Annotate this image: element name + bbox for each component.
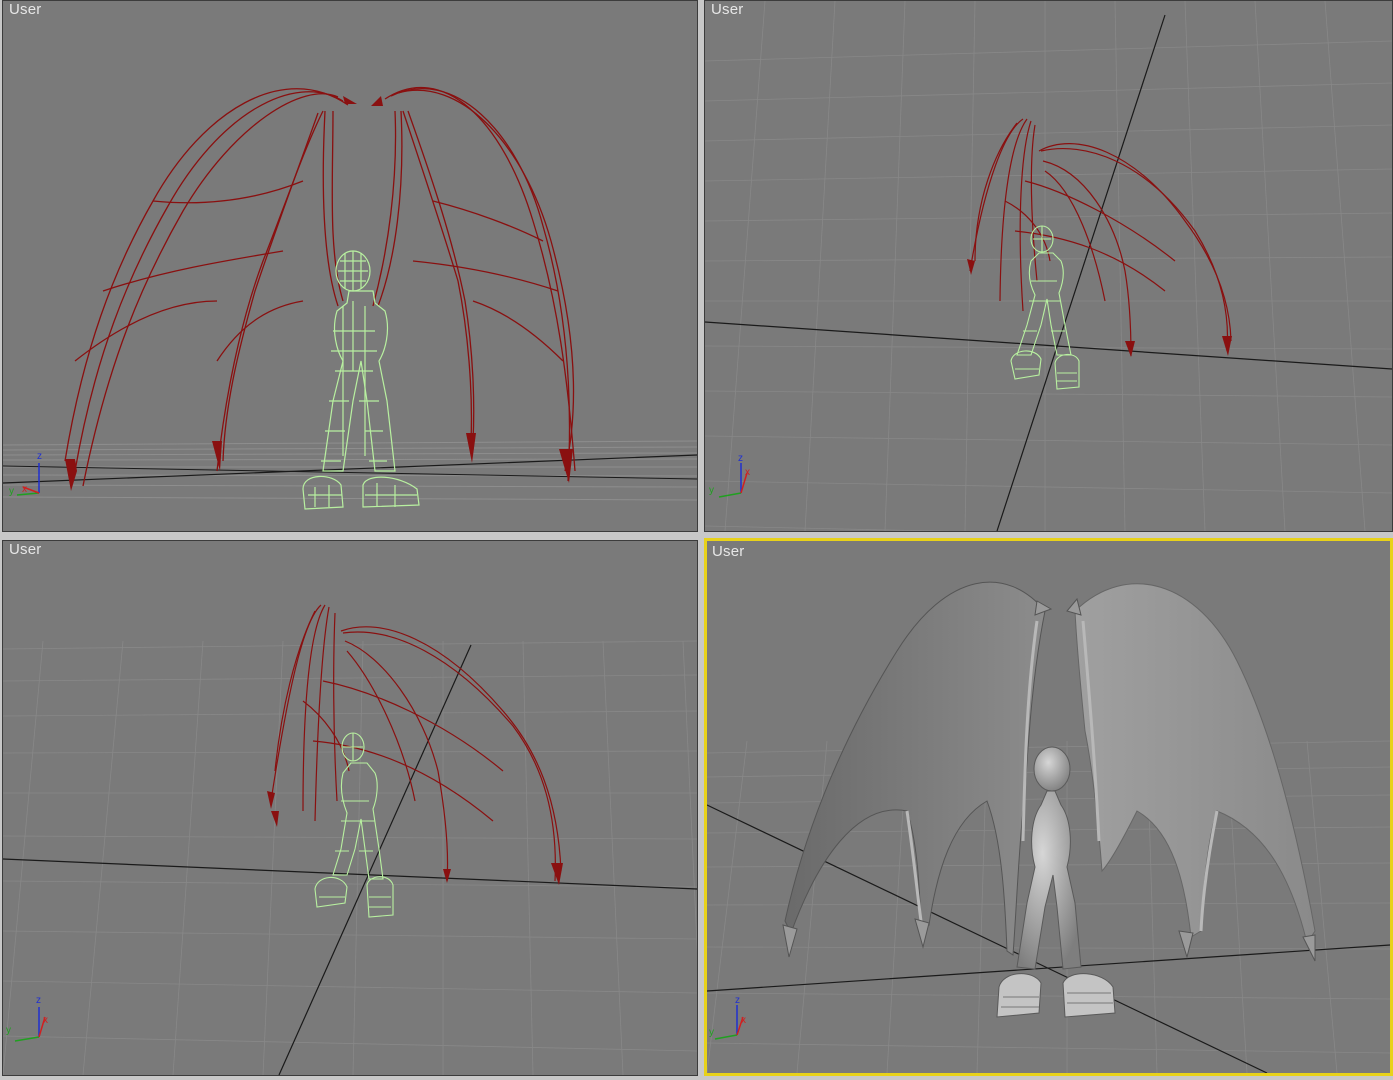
world-axis-line: [278, 644, 472, 1075]
viewport-label[interactable]: User: [9, 541, 41, 558]
axis-label-z: z: [738, 453, 743, 464]
viewport-top-left[interactable]: User z x y: [2, 0, 698, 532]
axis-label-x: x: [741, 1015, 746, 1026]
ground-grid: [705, 1, 1392, 531]
viewport-scene[interactable]: z x y: [705, 1, 1392, 531]
viewport-bottom-right-active[interactable]: User z x y: [704, 538, 1393, 1076]
axis-gizmo: z x y: [709, 995, 746, 1040]
axis-label-x: x: [43, 1015, 48, 1026]
world-axis-line: [705, 321, 1392, 370]
axis-label-y: y: [709, 1027, 714, 1038]
viewport-scene[interactable]: z x y: [3, 541, 697, 1075]
viewport-scene[interactable]: z x y: [707, 541, 1390, 1073]
viewport-scene[interactable]: z x y: [3, 1, 697, 531]
wing-wireframe: [270, 604, 562, 882]
wing-wireframe-left: [64, 88, 349, 487]
wing-right-shaded: [1074, 583, 1316, 945]
axis-label-x: x: [745, 467, 750, 478]
axis-gizmo: z x y: [9, 451, 42, 497]
axis-label-x: x: [22, 484, 27, 495]
viewport-top-right[interactable]: User z x y: [704, 0, 1393, 532]
axis-gizmo: z x y: [6, 995, 48, 1042]
world-axis-line: [3, 465, 697, 480]
ground-grid: [3, 640, 697, 1075]
viewport-label[interactable]: User: [712, 543, 744, 560]
axis-label-y: y: [6, 1025, 11, 1036]
axis-label-z: z: [735, 995, 740, 1006]
world-axis-line: [707, 944, 1390, 992]
wing-wireframe-right: [372, 87, 576, 482]
viewport-bottom-left[interactable]: User z x y: [2, 540, 698, 1076]
ground-grid: [3, 440, 697, 501]
axis-label-y: y: [709, 485, 714, 496]
viewport-label[interactable]: User: [9, 1, 41, 18]
wing-left-shaded: [784, 581, 1046, 956]
wing-wireframe: [969, 118, 1232, 357]
axis-label-z: z: [37, 451, 42, 462]
axis-label-z: z: [36, 995, 41, 1006]
character-body-wireframe: [314, 732, 394, 918]
viewport-label[interactable]: User: [711, 1, 743, 18]
axis-label-y: y: [9, 486, 14, 497]
